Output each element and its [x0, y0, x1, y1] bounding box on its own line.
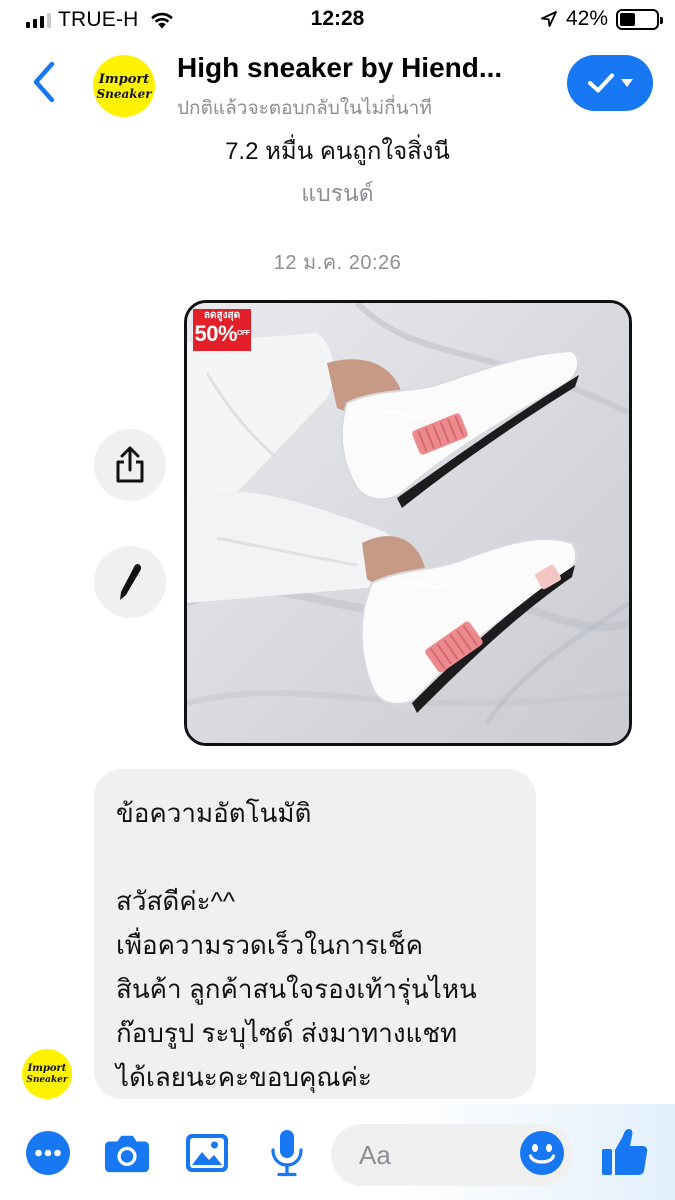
page-avatar[interactable]: Import Sneaker: [93, 55, 155, 117]
like-button[interactable]: [600, 1126, 650, 1178]
battery-icon: [616, 8, 663, 30]
sneaker-photo: [187, 303, 629, 743]
status-right: 42%: [540, 7, 663, 31]
share-button[interactable]: [94, 429, 166, 501]
message-line: ข้อความอัตโนมัติ: [116, 798, 312, 828]
gallery-icon: [186, 1134, 228, 1172]
share-icon: [116, 446, 144, 483]
voice-button[interactable]: [264, 1130, 310, 1177]
chat-header: Import Sneaker High sneaker by Hiend... …: [0, 38, 675, 130]
thumbs-up-icon: [602, 1129, 648, 1175]
mark-done-button[interactable]: [567, 55, 653, 111]
battery-percent: 42%: [565, 7, 608, 30]
microphone-icon: [271, 1130, 303, 1177]
message-line: สวัสดีค่ะ^^: [116, 886, 235, 916]
sale-badge: ลดสูงสุด 50%OFF: [193, 309, 251, 351]
location-arrow-icon: [541, 11, 557, 27]
more-dots-icon: [26, 1131, 70, 1175]
message-input[interactable]: [359, 1138, 499, 1172]
message-timestamp: 12 ม.ค. 20:26: [273, 252, 402, 274]
message-line: ก๊อบรูป ระบุไซด์ ส่งมาทางแชท: [116, 1018, 458, 1048]
message-line: ได้เลยนะคะขอบคุณค่ะ: [116, 1062, 372, 1092]
message-line: เพื่อความรวดเร็วในการเช็ค: [116, 930, 423, 960]
caret-down-icon: [621, 79, 633, 87]
more-button[interactable]: [25, 1130, 71, 1176]
sale-badge-value: 50%OFF: [194, 321, 250, 346]
camera-button[interactable]: [104, 1130, 150, 1176]
page-name[interactable]: High sneaker by Hiend...: [177, 52, 547, 84]
emoji-button[interactable]: [519, 1130, 565, 1176]
product-photo[interactable]: ลดสูงสุด 50%OFF: [184, 300, 632, 746]
sender-avatar[interactable]: Import Sneaker: [22, 1049, 72, 1099]
avatar-logo-line2: Sneaker: [26, 1074, 68, 1085]
avatar-logo-line1: Import: [98, 71, 150, 87]
edit-button[interactable]: [94, 546, 166, 618]
auto-reply-message[interactable]: ข้อความอัตโนมัติ สวัสดีค่ะ^^ เพื่อความรว…: [94, 769, 536, 1099]
response-time-note: ปกติแล้วจะตอบกลับในไม่กี่นาที: [177, 98, 432, 119]
check-icon: [588, 73, 614, 93]
avatar-logo-line1: Import: [27, 1062, 67, 1074]
camera-icon: [104, 1135, 150, 1173]
avatar-logo-line2: Sneaker: [96, 86, 152, 101]
message-line: สินค้า ลูกค้าสนใจรองเท้ารุ่นไหน: [116, 974, 477, 1004]
emoji-icon: [520, 1131, 564, 1175]
status-bar: TRUE-H 12:28 42%: [0, 0, 675, 38]
page-category: แบรนด์: [301, 180, 374, 206]
edit-pen-icon: [120, 564, 142, 600]
back-chevron-icon[interactable]: [30, 60, 60, 104]
composer-bar: [0, 1104, 675, 1200]
gallery-button[interactable]: [184, 1130, 230, 1176]
page-likes: 7.2 หมื่น คนถูกใจสิ่งนี: [225, 138, 450, 165]
